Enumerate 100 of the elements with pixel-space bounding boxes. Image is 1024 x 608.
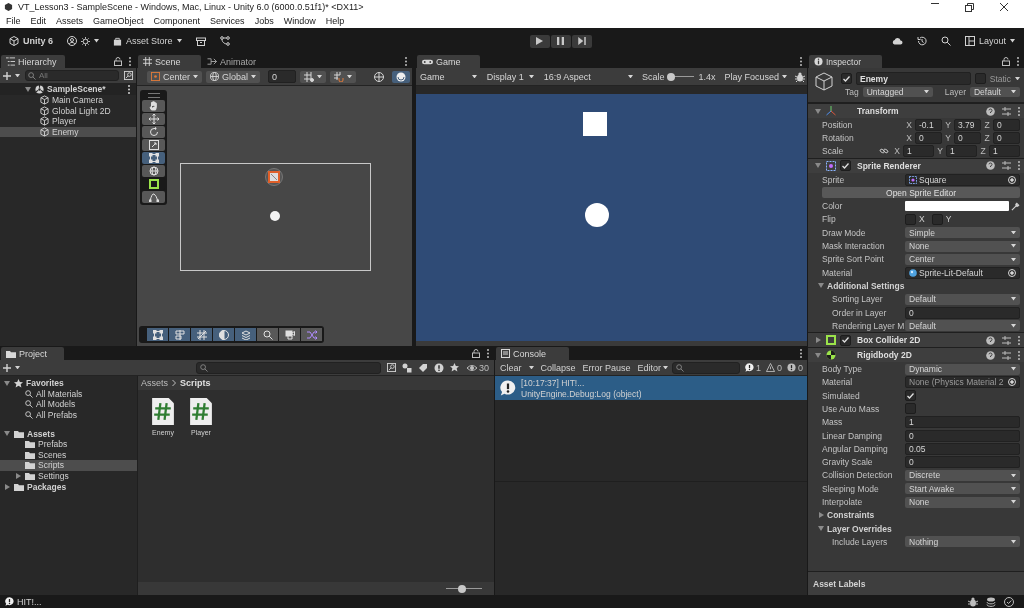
collapse-toggle[interactable]: Collapse [537, 361, 579, 374]
input-field[interactable]: 0 [905, 456, 1020, 469]
menu-item[interactable]: Component [148, 16, 206, 26]
project-tree-item[interactable]: Scripts [0, 460, 137, 471]
name-field[interactable]: Enemy [856, 72, 971, 85]
input-field[interactable]: 0 [905, 306, 1020, 319]
overlay-button[interactable] [257, 328, 278, 341]
history-button[interactable] [914, 34, 930, 48]
dropdown[interactable]: Start Awake [905, 483, 1020, 495]
snap-field[interactable]: 0 [268, 70, 297, 83]
error-pause-toggle[interactable]: Error Pause [579, 361, 634, 374]
foldout-label[interactable]: Constraints [827, 510, 875, 521]
create-button[interactable] [3, 71, 20, 80]
collapsed-arrow-icon[interactable] [817, 511, 825, 520]
inspector-tab[interactable]: Inspector [809, 55, 882, 68]
tool-button[interactable] [142, 113, 165, 125]
console-tab[interactable]: Console [496, 347, 569, 360]
project-tab[interactable]: Project [1, 347, 64, 360]
snap-dropdown[interactable] [330, 70, 357, 83]
scale-slider[interactable] [668, 72, 695, 81]
breadcrumb-item[interactable]: Assets [141, 378, 168, 388]
overlay-button[interactable] [235, 328, 256, 341]
checkbox[interactable] [905, 403, 916, 415]
view-tab[interactable]: Scene [138, 55, 201, 68]
number-field[interactable]: 3.79 [954, 118, 981, 131]
breadcrumb-item[interactable]: Scripts [180, 378, 211, 388]
expanded-arrow-icon[interactable] [3, 379, 11, 388]
overlay-button[interactable] [191, 328, 212, 341]
dropdown[interactable]: Simple [905, 227, 1020, 239]
pivot-dropdown[interactable]: Center [147, 70, 202, 83]
menu-item[interactable]: Services [205, 16, 250, 26]
number-field[interactable]: 0 [954, 131, 981, 144]
create-button[interactable] [3, 363, 20, 372]
search-field[interactable] [672, 361, 741, 374]
project-tree-item[interactable]: Favorites [0, 378, 137, 389]
project-tree-item[interactable]: Assets [0, 428, 137, 439]
number-field[interactable]: 0 [915, 131, 942, 144]
dropdown[interactable]: None [905, 240, 1020, 252]
open-editor-button[interactable]: Open Sprite Editor [822, 187, 1020, 199]
play-button[interactable] [529, 34, 550, 48]
object-field[interactable]: None (Physics Material 2 [905, 376, 1020, 389]
expanded-arrow-icon[interactable] [817, 281, 825, 290]
dropdown[interactable]: Discrete [905, 469, 1020, 481]
menu-item[interactable]: GameObject [88, 16, 149, 26]
asset-store-dropdown[interactable]: Asset Store [110, 34, 185, 48]
restore-button[interactable] [965, 2, 974, 12]
slider-thumb[interactable] [667, 72, 676, 81]
tool-button[interactable] [142, 126, 165, 138]
tool-button[interactable] [142, 191, 165, 203]
enabled-checkbox[interactable] [840, 160, 851, 172]
menu-item[interactable]: Window [278, 16, 321, 26]
close-button[interactable] [1000, 2, 1008, 12]
overlay-button[interactable] [279, 328, 300, 341]
project-tree-item[interactable]: Packages [0, 481, 137, 492]
object-field[interactable]: Sprite-Lit-Default [905, 266, 1020, 279]
log-count-toggle[interactable]: 1 [742, 362, 763, 373]
expanded-arrow-icon[interactable] [3, 429, 11, 438]
overlay-button[interactable] [169, 328, 190, 341]
number-field[interactable]: 1 [946, 145, 977, 158]
step-button[interactable] [571, 34, 592, 48]
hierarchy-item[interactable]: Global Light 2D [0, 105, 136, 117]
checkbox[interactable] [905, 390, 916, 402]
search-field[interactable] [196, 361, 381, 374]
log-entry[interactable]: [10:17:37] HIT!... UnityEngine.Debug:Log (object) [495, 376, 807, 400]
collapsed-arrow-icon[interactable] [14, 472, 22, 481]
expanded-arrow-icon[interactable] [814, 351, 822, 360]
dropdown[interactable]: Default [905, 320, 1020, 332]
project-tree-item[interactable]: All Models [0, 399, 137, 410]
log-count-toggle[interactable]: 0 [785, 362, 805, 373]
overlay-button[interactable] [147, 328, 168, 341]
checkbox[interactable] [905, 213, 916, 225]
menu-item[interactable]: Assets [51, 16, 89, 26]
hierarchy-tab[interactable]: Hierarchy [1, 55, 65, 68]
user-menu[interactable] [64, 34, 102, 48]
menu-item[interactable]: Jobs [249, 16, 279, 26]
input-field[interactable]: 0.05 [905, 442, 1020, 455]
expanded-arrow-icon[interactable] [817, 524, 825, 533]
pause-button[interactable] [550, 34, 571, 48]
shading-button[interactable] [392, 70, 411, 83]
tag-dropdown[interactable]: Untagged [862, 86, 933, 97]
grid-dropdown[interactable] [300, 70, 327, 83]
menu-item[interactable]: Edit [25, 16, 52, 26]
overlay-button[interactable] [213, 328, 234, 341]
input-field[interactable]: 0 [905, 429, 1020, 442]
collapsed-arrow-icon[interactable] [814, 336, 822, 345]
number-field[interactable]: 1 [903, 145, 934, 158]
enabled-checkbox[interactable] [840, 334, 851, 346]
number-field[interactable]: 1 [989, 145, 1020, 158]
dropdown[interactable]: Dynamic [905, 363, 1020, 375]
dropdown[interactable]: Default [905, 293, 1020, 305]
hierarchy-item[interactable]: Player [0, 116, 136, 127]
log-count-toggle[interactable]: 0 [763, 362, 784, 373]
dropdown[interactable]: None [905, 496, 1020, 508]
clear-button[interactable]: Clear [497, 361, 525, 374]
project-tree-item[interactable]: Scenes [0, 449, 137, 461]
project-tree-item[interactable]: All Materials [0, 388, 137, 400]
collapsed-arrow-icon[interactable] [3, 482, 11, 491]
color-swatch[interactable] [905, 201, 1009, 212]
checkbox[interactable] [931, 213, 943, 225]
stats-button[interactable] [793, 71, 807, 82]
